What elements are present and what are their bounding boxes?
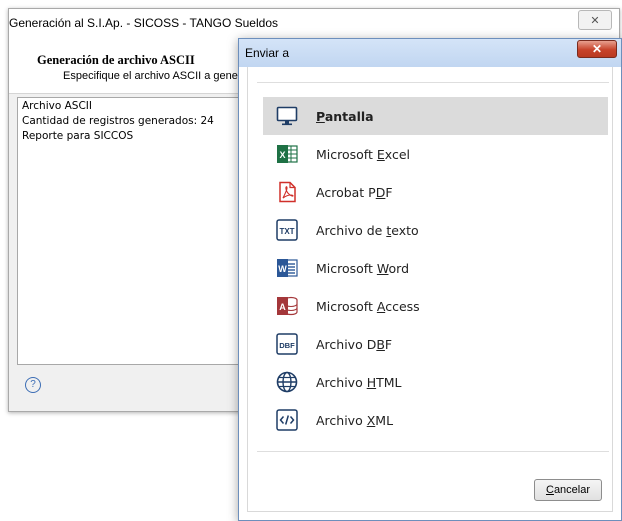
monitor-icon	[276, 105, 298, 127]
close-icon: ✕	[590, 14, 600, 27]
pdf-icon	[276, 181, 298, 203]
sicoss-window-title: Generación al S.I.Ap. - SICOSS - TANGO S…	[9, 16, 278, 30]
option-label: Microsoft Excel	[316, 146, 410, 162]
option-label: Microsoft Word	[316, 260, 410, 276]
sicoss-titlebar: Generación al S.I.Ap. - SICOSS - TANGO S…	[9, 9, 619, 35]
svg-text:W: W	[278, 264, 287, 274]
option-label: Archivo HTML	[316, 374, 402, 390]
output-line: Reporte para SICCOS	[22, 130, 134, 142]
svg-text:X: X	[279, 150, 285, 160]
option-txt[interactable]: TXT Archivo de texto	[263, 211, 608, 249]
globe-icon	[276, 371, 298, 393]
option-excel[interactable]: X Microsoft Excel	[263, 135, 608, 173]
output-line: Archivo ASCII	[22, 100, 92, 112]
option-word[interactable]: W Microsoft Word	[263, 249, 608, 287]
option-label: Archivo XML	[316, 412, 394, 428]
sicoss-close-button[interactable]: ✕	[578, 10, 612, 30]
dialog-title: Enviar a	[245, 46, 290, 60]
send-to-dialog: Enviar a ✕ Pantalla X Microsoft Excel Ac…	[238, 38, 622, 521]
header-title: Generación de archivo ASCII	[37, 53, 195, 67]
svg-text:DBF: DBF	[279, 341, 295, 350]
option-pantalla[interactable]: Pantalla	[263, 97, 608, 135]
option-access[interactable]: A Microsoft Access	[263, 287, 608, 325]
option-label: Acrobat PDF	[316, 184, 393, 200]
access-icon: A	[276, 295, 298, 317]
svg-text:A: A	[279, 302, 286, 312]
option-html[interactable]: Archivo HTML	[263, 363, 608, 401]
txt-icon: TXT	[276, 219, 298, 241]
cancel-button[interactable]: Cancelar	[534, 479, 602, 501]
option-label: Pantalla	[316, 108, 374, 124]
excel-icon: X	[276, 143, 298, 165]
option-label: Archivo DBF	[316, 336, 393, 352]
word-icon: W	[276, 257, 298, 279]
xml-code-icon	[276, 409, 298, 431]
option-label: Archivo de texto	[316, 222, 419, 238]
output-line: Cantidad de registros generados: 24	[22, 115, 214, 127]
divider	[257, 451, 609, 452]
option-dbf[interactable]: DBF Archivo DBF	[263, 325, 608, 363]
close-icon: ✕	[591, 42, 603, 56]
option-label: Microsoft Access	[316, 298, 420, 314]
help-icon[interactable]: ?	[25, 377, 41, 393]
dialog-close-button[interactable]: ✕	[577, 40, 617, 58]
divider	[257, 82, 609, 83]
svg-text:TXT: TXT	[279, 227, 294, 236]
header-subtitle: Especifique el archivo ASCII a generar.	[63, 70, 254, 82]
dialog-titlebar: Enviar a ✕	[239, 39, 621, 67]
option-pdf[interactable]: Acrobat PDF	[263, 173, 608, 211]
dbf-icon: DBF	[276, 333, 298, 355]
option-xml[interactable]: Archivo XML	[263, 401, 608, 439]
